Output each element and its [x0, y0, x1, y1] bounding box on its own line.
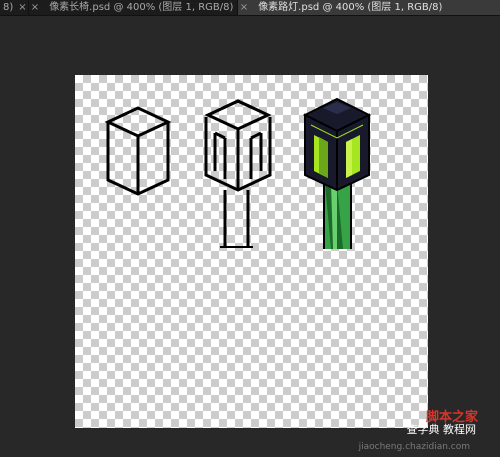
box-outline-sketch — [104, 106, 172, 196]
tab-bench-psd[interactable]: × 像素长椅.psd @ 400% (图层 1, RGB/8) — [29, 0, 238, 15]
document-canvas[interactable] — [75, 75, 428, 428]
tab-label: 8) — [3, 2, 14, 13]
pixel-art-layer — [104, 97, 372, 249]
close-icon[interactable]: × — [29, 0, 41, 15]
close-icon[interactable]: × — [16, 0, 28, 15]
colored-lamp — [302, 97, 372, 249]
tab-label: 像素长椅.psd @ 400% (图层 1, RGB/8) — [49, 2, 234, 13]
lamp-outline-sketch — [204, 99, 272, 248]
document-tab-bar: 8) × × 像素长椅.psd @ 400% (图层 1, RGB/8) × 像… — [0, 0, 500, 16]
tab-label: 像素路灯.psd @ 400% (图层 1, RGB/8) — [258, 2, 443, 13]
watermark-subtitle: 查字典 教程网 — [406, 423, 477, 436]
tab-streetlamp-psd[interactable]: × 像素路灯.psd @ 400% (图层 1, RGB/8) — [238, 0, 500, 15]
watermark-url: jiaocheng.chazidian.com — [358, 442, 470, 452]
close-icon[interactable]: × — [238, 0, 250, 15]
tab-previous-document[interactable]: 8) × — [0, 0, 29, 15]
site-watermark: 脚本之家 查字典 教程网 jiaocheng.chazidian.com — [328, 395, 498, 455]
